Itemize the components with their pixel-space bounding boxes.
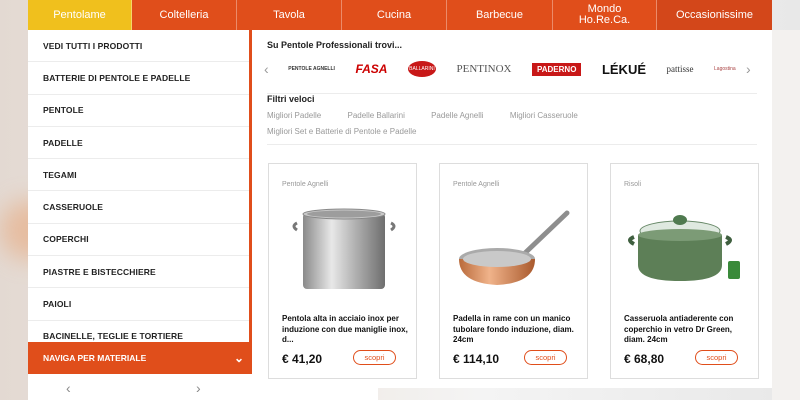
sidebar-item-bacinelle[interactable]: BACINELLE, TEGLIE E TORTIERE: [28, 321, 249, 344]
product-card[interactable]: Risoli Casseruola antiaderente con coper…: [610, 163, 759, 379]
nav-item-tavola[interactable]: Tavola: [237, 0, 342, 30]
sidebar-item-casseruole[interactable]: CASSERUOLE: [28, 191, 249, 224]
product-card[interactable]: Pentole Agnelli Pentola alta in acciaio …: [268, 163, 417, 379]
filter-link[interactable]: Padelle Ballarini: [347, 108, 404, 124]
background-right: [772, 30, 800, 400]
lagostina-logo[interactable]: Lagostina: [714, 66, 736, 72]
sidebar-item-vedi-tutti[interactable]: VEDI TUTTI I PRODOTTI: [28, 30, 249, 63]
product-price: € 68,80: [624, 352, 665, 366]
filter-link[interactable]: Migliori Casseruole: [510, 108, 578, 124]
product-name: Pentola alta in acciaio inox per induzio…: [282, 314, 408, 344]
product-cards: Pentole Agnelli Pentola alta in acciaio …: [268, 163, 759, 379]
chevron-left-icon[interactable]: ‹: [264, 61, 278, 77]
product-brand: Pentole Agnelli: [453, 181, 500, 188]
product-brand: Pentole Agnelli: [282, 181, 329, 188]
brand-carousel: ‹ PENTOLE AGNELLI FASA BALLARINI PENTINO…: [264, 56, 760, 82]
sidebar-item-tegami[interactable]: TEGAMI: [28, 159, 249, 192]
chevron-down-icon: ⌄: [233, 351, 244, 365]
product-price: € 114,10: [453, 352, 500, 366]
mega-menu-panel: Su Pentole Professionali trovi... ‹ PENT…: [252, 30, 772, 388]
lekue-logo[interactable]: LÉKUÉ: [602, 62, 646, 77]
chevron-right-icon[interactable]: ›: [746, 61, 760, 77]
copper-pan-image[interactable]: [450, 202, 579, 298]
product-name: Casseruola antiaderente con coperchio in…: [624, 314, 734, 344]
pattisse-logo[interactable]: pattisse: [667, 64, 694, 74]
nav-item-barbecue[interactable]: Barbecue: [447, 0, 553, 30]
nav-item-occasionissime[interactable]: Occasionissime: [657, 0, 772, 30]
sidebar-item-padelle[interactable]: PADELLE: [28, 127, 249, 160]
category-sidebar: VEDI TUTTI I PRODOTTI BATTERIE DI PENTOL…: [28, 30, 252, 374]
chevron-right-icon: ›: [196, 380, 201, 396]
stockpot-image[interactable]: [279, 202, 408, 298]
scopri-button[interactable]: scopri: [695, 350, 738, 365]
paderno-logo[interactable]: PADERNO: [532, 62, 582, 76]
product-brand: Risoli: [624, 181, 642, 188]
product-card[interactable]: Pentole Agnelli Padella in rame con un m…: [439, 163, 588, 379]
sidebar-item-paioli[interactable]: PAIOLI: [28, 288, 249, 321]
filter-link[interactable]: Padelle Agnelli: [431, 108, 483, 124]
agnelli-logo[interactable]: PENTOLE AGNELLI: [288, 66, 335, 72]
scopri-button[interactable]: scopri: [353, 350, 396, 365]
nav-item-cucina[interactable]: Cucina: [342, 0, 447, 30]
chevron-left-icon: ‹: [66, 380, 71, 396]
fasa-logo[interactable]: FASA: [355, 62, 387, 76]
quick-filters: Migliori Padelle Padelle Ballarini Padel…: [267, 108, 647, 140]
divider: [267, 144, 757, 145]
sidebar-item-batterie[interactable]: BATTERIE DI PENTOLE E PADELLE: [28, 62, 249, 95]
pentinox-logo[interactable]: PENTINOX: [456, 63, 511, 75]
nav-item-coltelleria[interactable]: Coltelleria: [132, 0, 237, 30]
naviga-per-materiale-button[interactable]: NAVIGA PER MATERIALE ⌄: [28, 342, 252, 374]
filter-link[interactable]: Migliori Set e Batterie di Pentole e Pad…: [267, 124, 416, 140]
nav-item-horeca[interactable]: Mondo Ho.Re.Ca.: [553, 0, 657, 30]
sidebar-item-piastre[interactable]: PIASTRE E BISTECCHIERE: [28, 256, 249, 289]
brands-title: Su Pentole Professionali trovi...: [267, 40, 403, 50]
filtri-title: Filtri veloci: [267, 94, 315, 104]
filter-link[interactable]: Migliori Padelle: [267, 108, 321, 124]
sidebar-item-pentole[interactable]: PENTOLE: [28, 95, 249, 127]
sidebar-item-coperchi[interactable]: COPERCHI: [28, 224, 249, 257]
green-casserole-image[interactable]: [621, 202, 750, 298]
product-price: € 41,20: [282, 352, 323, 366]
top-nav: Pentolame Coltelleria Tavola Cucina Barb…: [28, 0, 772, 30]
scopri-button[interactable]: scopri: [524, 350, 567, 365]
naviga-label: NAVIGA PER MATERIALE: [43, 353, 147, 363]
nav-item-pentolame[interactable]: Pentolame: [28, 0, 132, 30]
product-name: Padella in rame con un manico tubolare f…: [453, 314, 574, 344]
divider: [267, 93, 757, 94]
ballarini-logo[interactable]: BALLARINI: [407, 61, 436, 77]
